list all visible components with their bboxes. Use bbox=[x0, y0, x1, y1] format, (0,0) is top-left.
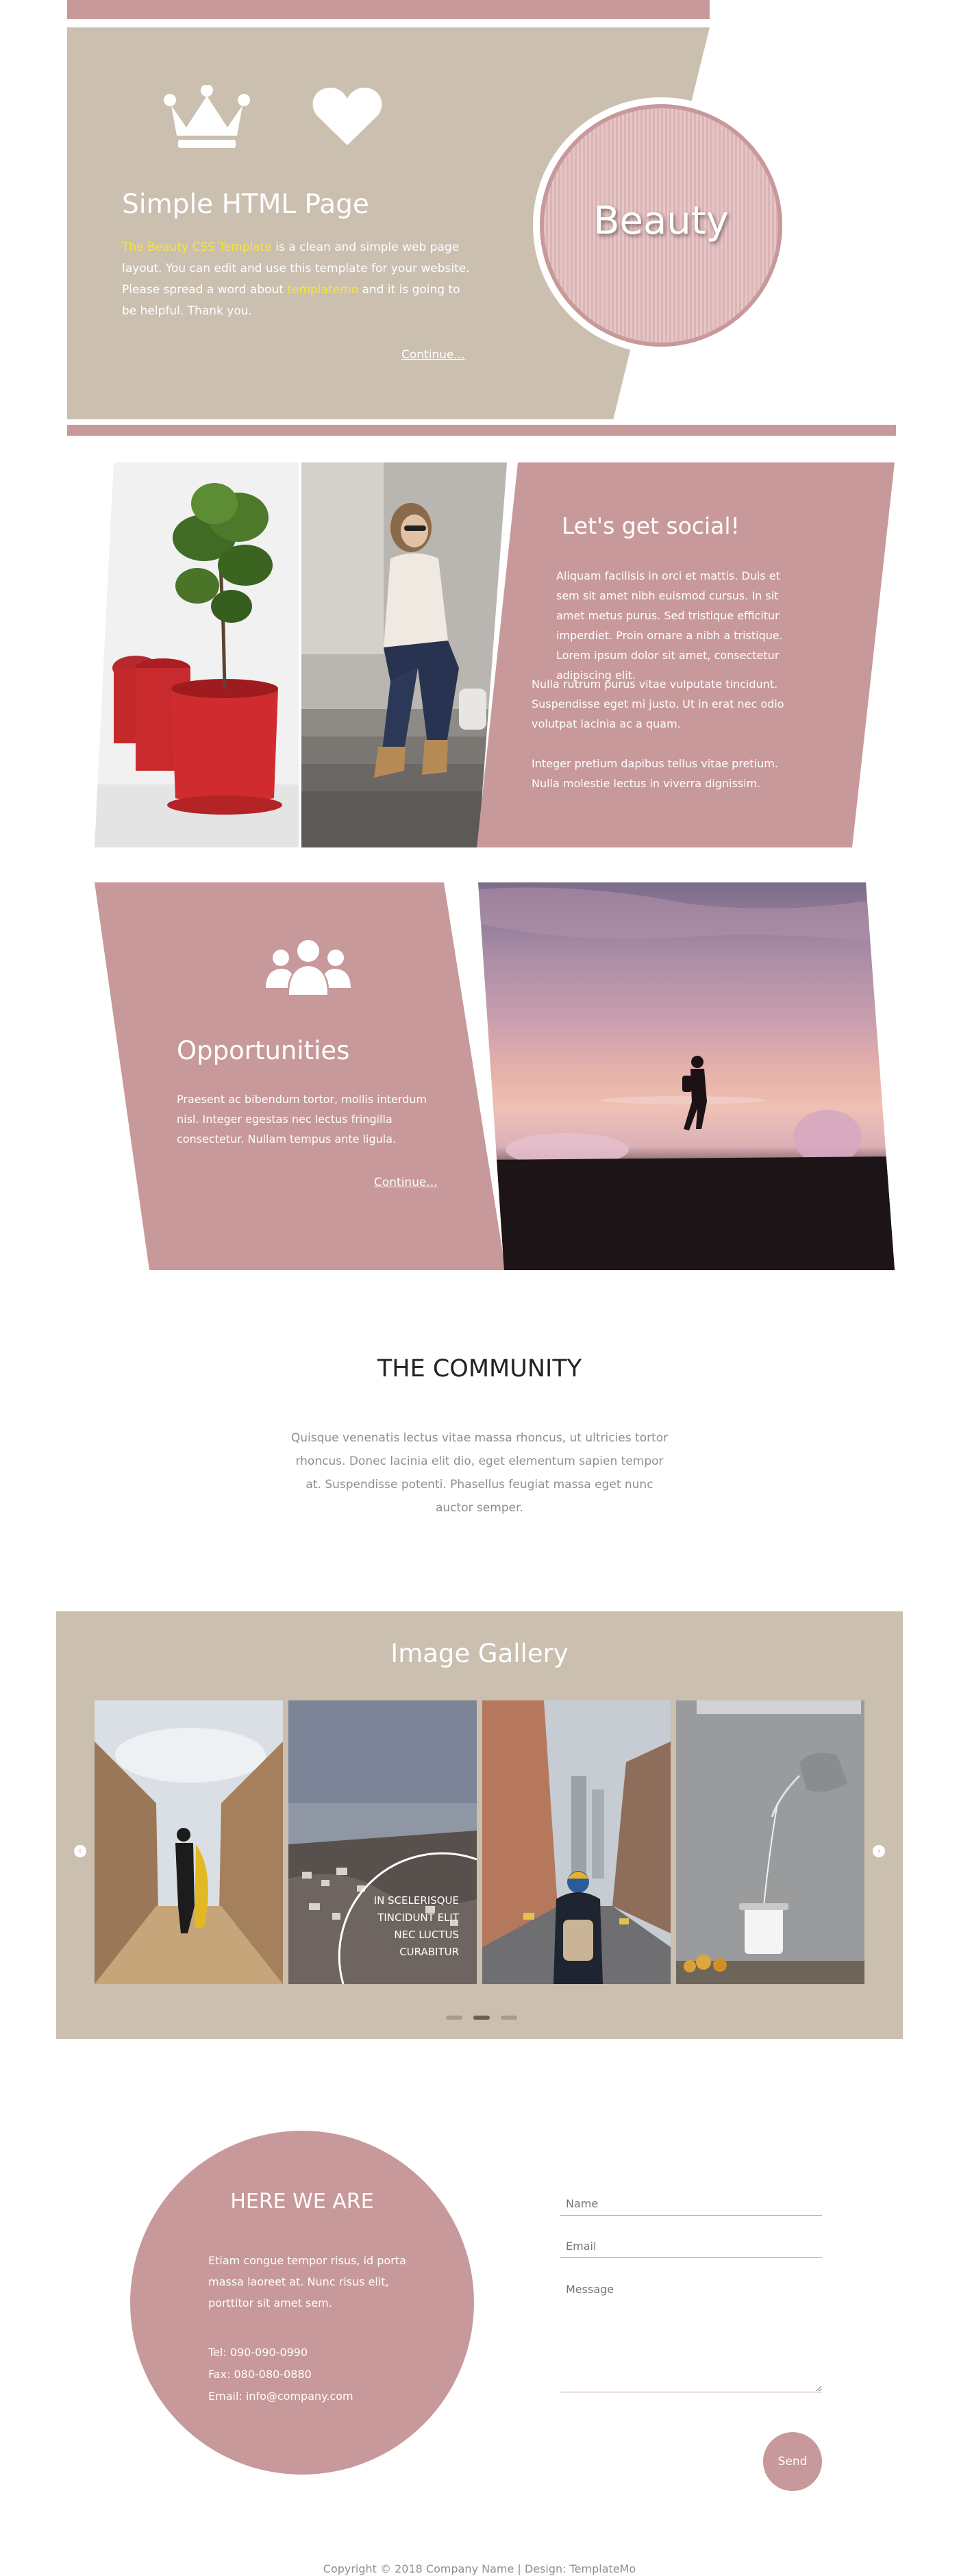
heart-icon bbox=[312, 87, 382, 145]
divider-bar bbox=[67, 425, 896, 436]
hero-description: The Beauty CSS Template is a clean and s… bbox=[122, 237, 471, 322]
hero-highlight-link[interactable]: The Beauty CSS Template bbox=[122, 240, 272, 254]
footer-copyright: Copyright © 2018 Company Name | Design: … bbox=[323, 2562, 636, 2575]
gallery-image-santorini[interactable]: IN SCELERISQUE TINCIDUNT ELIT NEC LUCTUS… bbox=[288, 1700, 477, 1984]
gallery-caption: IN SCELERISQUE TINCIDUNT ELIT NEC LUCTUS… bbox=[374, 1892, 459, 1961]
community-title: THE COMMUNITY bbox=[377, 1355, 582, 1383]
gallery-image-city-street[interactable] bbox=[482, 1700, 671, 1984]
gallery-prev-arrow[interactable]: ‹ bbox=[74, 1845, 86, 1857]
gallery-caption-line: TINCIDUNT ELIT bbox=[377, 1911, 459, 1924]
gallery-dot-active[interactable] bbox=[473, 2016, 490, 2020]
name-field[interactable] bbox=[560, 2192, 822, 2216]
gallery-image-surfer[interactable] bbox=[95, 1700, 283, 1984]
gallery-caption-line: CURABITUR bbox=[399, 1946, 459, 1958]
opportunities-title: Opportunities bbox=[177, 1036, 350, 1065]
hero-title: Simple HTML Page bbox=[122, 189, 369, 220]
contact-tel: Tel: 090-090-0990 bbox=[208, 2346, 308, 2359]
gallery-image-coffee-pour[interactable] bbox=[676, 1700, 864, 1984]
opportunities-text: Praesent ac bibendum tortor, mollis inte… bbox=[177, 1093, 427, 1145]
email-field[interactable] bbox=[560, 2235, 822, 2258]
opportunities-continue-link[interactable]: Continue... bbox=[374, 1176, 438, 1189]
hero-continue-link[interactable]: Continue... bbox=[401, 348, 465, 362]
contact-email: Email: info@company.com bbox=[208, 2390, 353, 2403]
gallery-title: Image Gallery bbox=[390, 1639, 569, 1668]
social-paragraph: Nulla rutrum purus vitae vulputate tinci… bbox=[532, 678, 784, 730]
contact-fax: Fax: 080-080-0880 bbox=[208, 2368, 312, 2381]
social-title: Let's get social! bbox=[562, 512, 740, 539]
gallery-caption-line: NEC LUCTUS bbox=[394, 1929, 459, 1941]
gallery-caption-line: IN SCELERISQUE bbox=[373, 1894, 459, 1907]
crown-icon bbox=[164, 85, 250, 148]
templatemo-link[interactable]: templatemo bbox=[287, 283, 358, 297]
woman-photo bbox=[301, 462, 507, 847]
plant-photo bbox=[95, 462, 299, 847]
users-icon bbox=[266, 940, 351, 995]
send-button[interactable]: Send bbox=[763, 2432, 822, 2491]
contact-title: HERE WE ARE bbox=[230, 2190, 374, 2214]
sunset-hiker-photo bbox=[478, 882, 895, 1270]
social-paragraph: Aliquam facilisis in orci et mattis. Dui… bbox=[556, 569, 783, 682]
gallery-dot[interactable] bbox=[501, 2016, 517, 2020]
beauty-badge-text: Beauty bbox=[593, 199, 729, 243]
community-text: Quisque venenatis lectus vitae massa rho… bbox=[290, 1431, 669, 1515]
social-paragraph: Integer pretium dapibus tellus vitae pre… bbox=[532, 757, 778, 790]
message-field[interactable] bbox=[560, 2277, 822, 2392]
gallery-dot[interactable] bbox=[446, 2016, 462, 2020]
contact-text: Etiam congue tempor risus, id porta mass… bbox=[208, 2254, 406, 2309]
gallery-next-arrow[interactable]: › bbox=[873, 1845, 885, 1857]
top-accent-bar bbox=[67, 0, 710, 19]
